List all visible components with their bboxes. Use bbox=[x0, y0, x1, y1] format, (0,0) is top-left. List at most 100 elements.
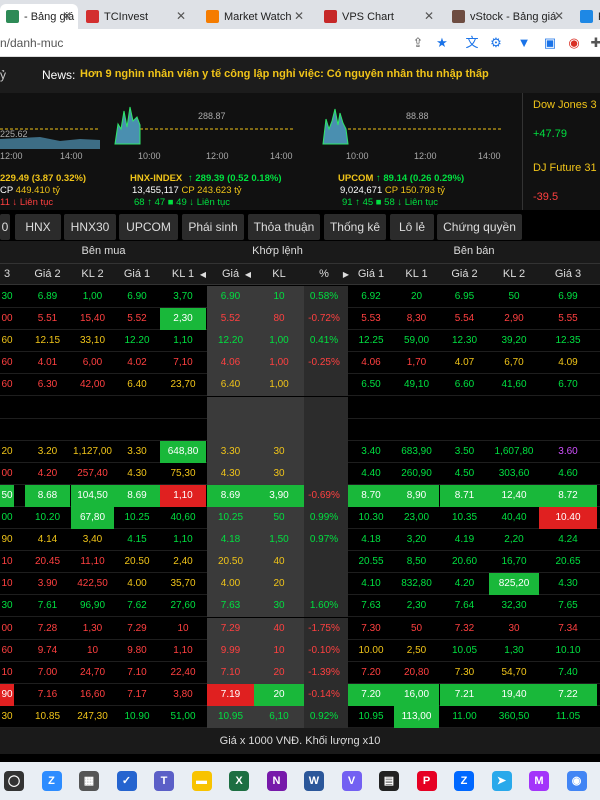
price-cell: 1,30 bbox=[82, 622, 103, 634]
price-cell: 11.00 bbox=[452, 710, 477, 722]
stock-row[interactable]: 60 4.01 6,00 4.02 7,10 4.06 1,00 -0.25% 4.06 1,70… bbox=[0, 352, 600, 375]
stock-row[interactable]: 00 7.28 1,30 7.29 10 7.29 40 -1.75% 7.30 50 7.32 30… bbox=[0, 617, 600, 640]
price-cell bbox=[160, 397, 206, 419]
price-cell: 4.14 bbox=[37, 534, 58, 546]
market-tab[interactable]: HNX bbox=[15, 214, 61, 240]
column-header[interactable]: KL 2 bbox=[489, 268, 539, 280]
price-cell: 6.92 bbox=[361, 291, 381, 302]
column-header[interactable]: % bbox=[304, 268, 344, 280]
price-cell: 32,30 bbox=[501, 600, 527, 612]
close-tab-icon[interactable]: ✕ bbox=[294, 9, 304, 23]
market-tab[interactable]: Phái sinh bbox=[182, 214, 244, 240]
telegram-icon[interactable]: ➤ bbox=[491, 771, 512, 791]
stock-row[interactable] bbox=[0, 396, 600, 419]
price-cell: 22,40 bbox=[170, 666, 196, 678]
viber-icon[interactable]: V bbox=[341, 771, 362, 791]
sheets-icon[interactable]: ▤ bbox=[379, 771, 399, 791]
column-header[interactable]: Giá 1 bbox=[348, 268, 394, 280]
stock-row[interactable]: 60 12.15 33,10 12.20 1,10 12.20 1,00 0.41% 12.25… bbox=[0, 330, 600, 353]
column-header[interactable]: KL 1 bbox=[394, 268, 439, 280]
market-tab[interactable]: Chứng quyền bbox=[437, 214, 522, 240]
zalo-icon[interactable]: Z bbox=[454, 771, 474, 791]
market-tab[interactable]: Thỏa thuận bbox=[248, 214, 320, 240]
column-scroll-arrow-icon[interactable]: ▶ bbox=[342, 270, 350, 279]
close-tab-icon[interactable]: ✕ bbox=[554, 9, 564, 23]
browser-tab[interactable]: Fi bbox=[574, 4, 600, 29]
stock-row[interactable]: 10 3.90 422,50 4.00 35,70 4.00 20 4.10 832,80 4.2… bbox=[0, 573, 600, 596]
url-field[interactable]: n/danh-muc bbox=[0, 36, 63, 50]
stock-row[interactable]: 90 7.16 16,60 7.17 3,80 7.19 20 -0.14% 7.20 16,00… bbox=[0, 683, 600, 706]
column-scroll-arrow-icon[interactable]: ◀ bbox=[199, 270, 207, 279]
column-header[interactable]: 3 bbox=[0, 268, 14, 280]
index-name[interactable]: UPCOM bbox=[338, 173, 373, 184]
stock-row[interactable]: 60 9.74 10 9.80 1,10 9.99 10 -0.10% 10.00 2,50 10.… bbox=[0, 639, 600, 662]
index-trade-summary: 9,024,671 CP 150.793 tỷ bbox=[340, 185, 445, 196]
column-header[interactable]: Giá 1 bbox=[114, 268, 160, 280]
close-tab-icon[interactable]: ✕ bbox=[176, 9, 186, 23]
column-header[interactable]: KL 2 bbox=[71, 268, 114, 280]
mini-index-chart bbox=[114, 106, 295, 145]
browser-tab[interactable]: TCInvest ✕ bbox=[80, 4, 192, 29]
extension-icon[interactable]: ⚙ bbox=[488, 35, 504, 51]
close-tab-icon[interactable]: ✕ bbox=[62, 9, 72, 23]
stock-row[interactable]: 30 10.85 247,30 10.90 51,00 10.95 6,10 0.92% 10.… bbox=[0, 705, 600, 728]
share-icon[interactable]: ⇪ bbox=[410, 35, 426, 51]
close-tab-icon[interactable]: ✕ bbox=[424, 9, 434, 23]
start-icon[interactable]: ◯ bbox=[4, 771, 24, 791]
pinterest-icon[interactable]: P bbox=[416, 771, 437, 791]
column-scroll-arrow-icon[interactable]: ◀ bbox=[244, 270, 252, 279]
market-tab[interactable]: Thống kê bbox=[324, 214, 386, 240]
index-name[interactable]: HNX-INDEX bbox=[130, 173, 182, 184]
column-header[interactable]: KL bbox=[254, 268, 304, 280]
world-index-name[interactable]: Dow Jones 3 bbox=[533, 99, 597, 111]
store-icon[interactable]: ▦ bbox=[79, 771, 99, 791]
stock-row[interactable]: 00 4.20 257,40 4.30 75,30 4.30 30 4.40 260,90 4.5… bbox=[0, 462, 600, 485]
stock-row[interactable]: 50 8.68 104,50 8.69 1,10 8.69 3,90 -0.69% 8.70 8,… bbox=[0, 484, 600, 507]
column-header[interactable]: Giá 3 bbox=[539, 268, 597, 280]
world-index-name[interactable]: DJ Future 31 bbox=[533, 162, 597, 174]
translate-icon[interactable]: 文 bbox=[464, 35, 480, 51]
price-cell: 1,10 bbox=[173, 644, 193, 656]
price-cell: 40,40 bbox=[501, 512, 527, 523]
stock-row[interactable]: 30 7.61 96,90 7.62 27,60 7.63 30 1.60% 7.63 2,30 7… bbox=[0, 595, 600, 618]
excel-icon[interactable]: X bbox=[229, 771, 249, 791]
bookmark-star-icon[interactable]: ★ bbox=[434, 35, 450, 51]
column-header[interactable]: Giá 2 bbox=[440, 268, 489, 280]
chrome-icon[interactable]: ◉ bbox=[566, 771, 587, 791]
stock-row[interactable]: 60 6.30 42,00 6.40 23,70 6.40 1,00 6.50 49,10 6.6… bbox=[0, 374, 600, 397]
world-index-change: -39.5 bbox=[533, 191, 559, 203]
market-tab[interactable]: HNX30 bbox=[64, 214, 116, 240]
screenshot-icon[interactable]: ▣ bbox=[542, 35, 558, 51]
stock-row[interactable]: 20 3.20 1,127,00 3.30 648,80 3.30 30 3.40 683,90… bbox=[0, 440, 600, 463]
messenger-icon[interactable]: M bbox=[529, 771, 549, 791]
stock-row[interactable]: 00 10.20 67,80 10.25 40,60 10.25 50 0.99% 10.30 2… bbox=[0, 507, 600, 529]
record-icon[interactable]: ◉ bbox=[566, 35, 582, 51]
todo-icon[interactable]: ✓ bbox=[116, 771, 137, 791]
stock-row[interactable] bbox=[0, 418, 600, 441]
market-tab[interactable]: UPCOM bbox=[119, 214, 178, 240]
onenote-icon[interactable]: N bbox=[266, 771, 287, 791]
stock-row[interactable]: 30 6.89 1,00 6.90 3,70 6.90 10 0.58% 6.92 20 6.95 5… bbox=[0, 286, 600, 308]
market-tab[interactable]: Lô lẻ bbox=[390, 214, 434, 240]
stock-row[interactable]: 10 7.00 24,70 7.10 22,40 7.10 20 -1.39% 7.20 20,8… bbox=[0, 661, 600, 684]
price-cell: 2,30 bbox=[406, 600, 427, 612]
teams-icon[interactable]: T bbox=[154, 771, 174, 791]
column-header[interactable]: Giá 2 bbox=[25, 268, 70, 280]
price-cell: 7.10 bbox=[127, 666, 147, 678]
explorer-icon[interactable]: ▬ bbox=[191, 771, 212, 791]
browser-tab[interactable]: Market Watch ✕ bbox=[200, 4, 310, 29]
filter-icon[interactable]: ▼ bbox=[516, 35, 532, 51]
market-tab[interactable]: 0 bbox=[0, 214, 10, 240]
stock-row[interactable]: 00 5.51 15,40 5.52 2,30 5.52 80 -0.72% 5.53 8,30 5… bbox=[0, 308, 600, 331]
stock-row[interactable]: 90 4.14 3,40 4.15 1,10 4.18 1,50 0.97% 4.18 3,20 4… bbox=[0, 529, 600, 552]
price-cell: 0.41% bbox=[309, 335, 339, 347]
word-icon[interactable]: W bbox=[304, 771, 324, 791]
zoom-icon[interactable]: Z bbox=[41, 771, 62, 791]
browser-tab[interactable]: VPS Chart ✕ bbox=[318, 4, 440, 29]
news-headline[interactable]: Hơn 9 nghìn nhân viên y tế công lập nghỉ… bbox=[80, 68, 489, 80]
stock-row[interactable]: 10 20.45 11,10 20.50 2,40 20.50 40 20.55 8,50 20.… bbox=[0, 551, 600, 574]
browser-tab[interactable]: - Bảng giá ✕ bbox=[0, 4, 78, 29]
puzzle-icon[interactable]: ✚ bbox=[588, 35, 600, 51]
price-cell: 11,10 bbox=[80, 556, 105, 568]
browser-tab[interactable]: vStock - Bảng giá ✕ bbox=[446, 4, 570, 29]
